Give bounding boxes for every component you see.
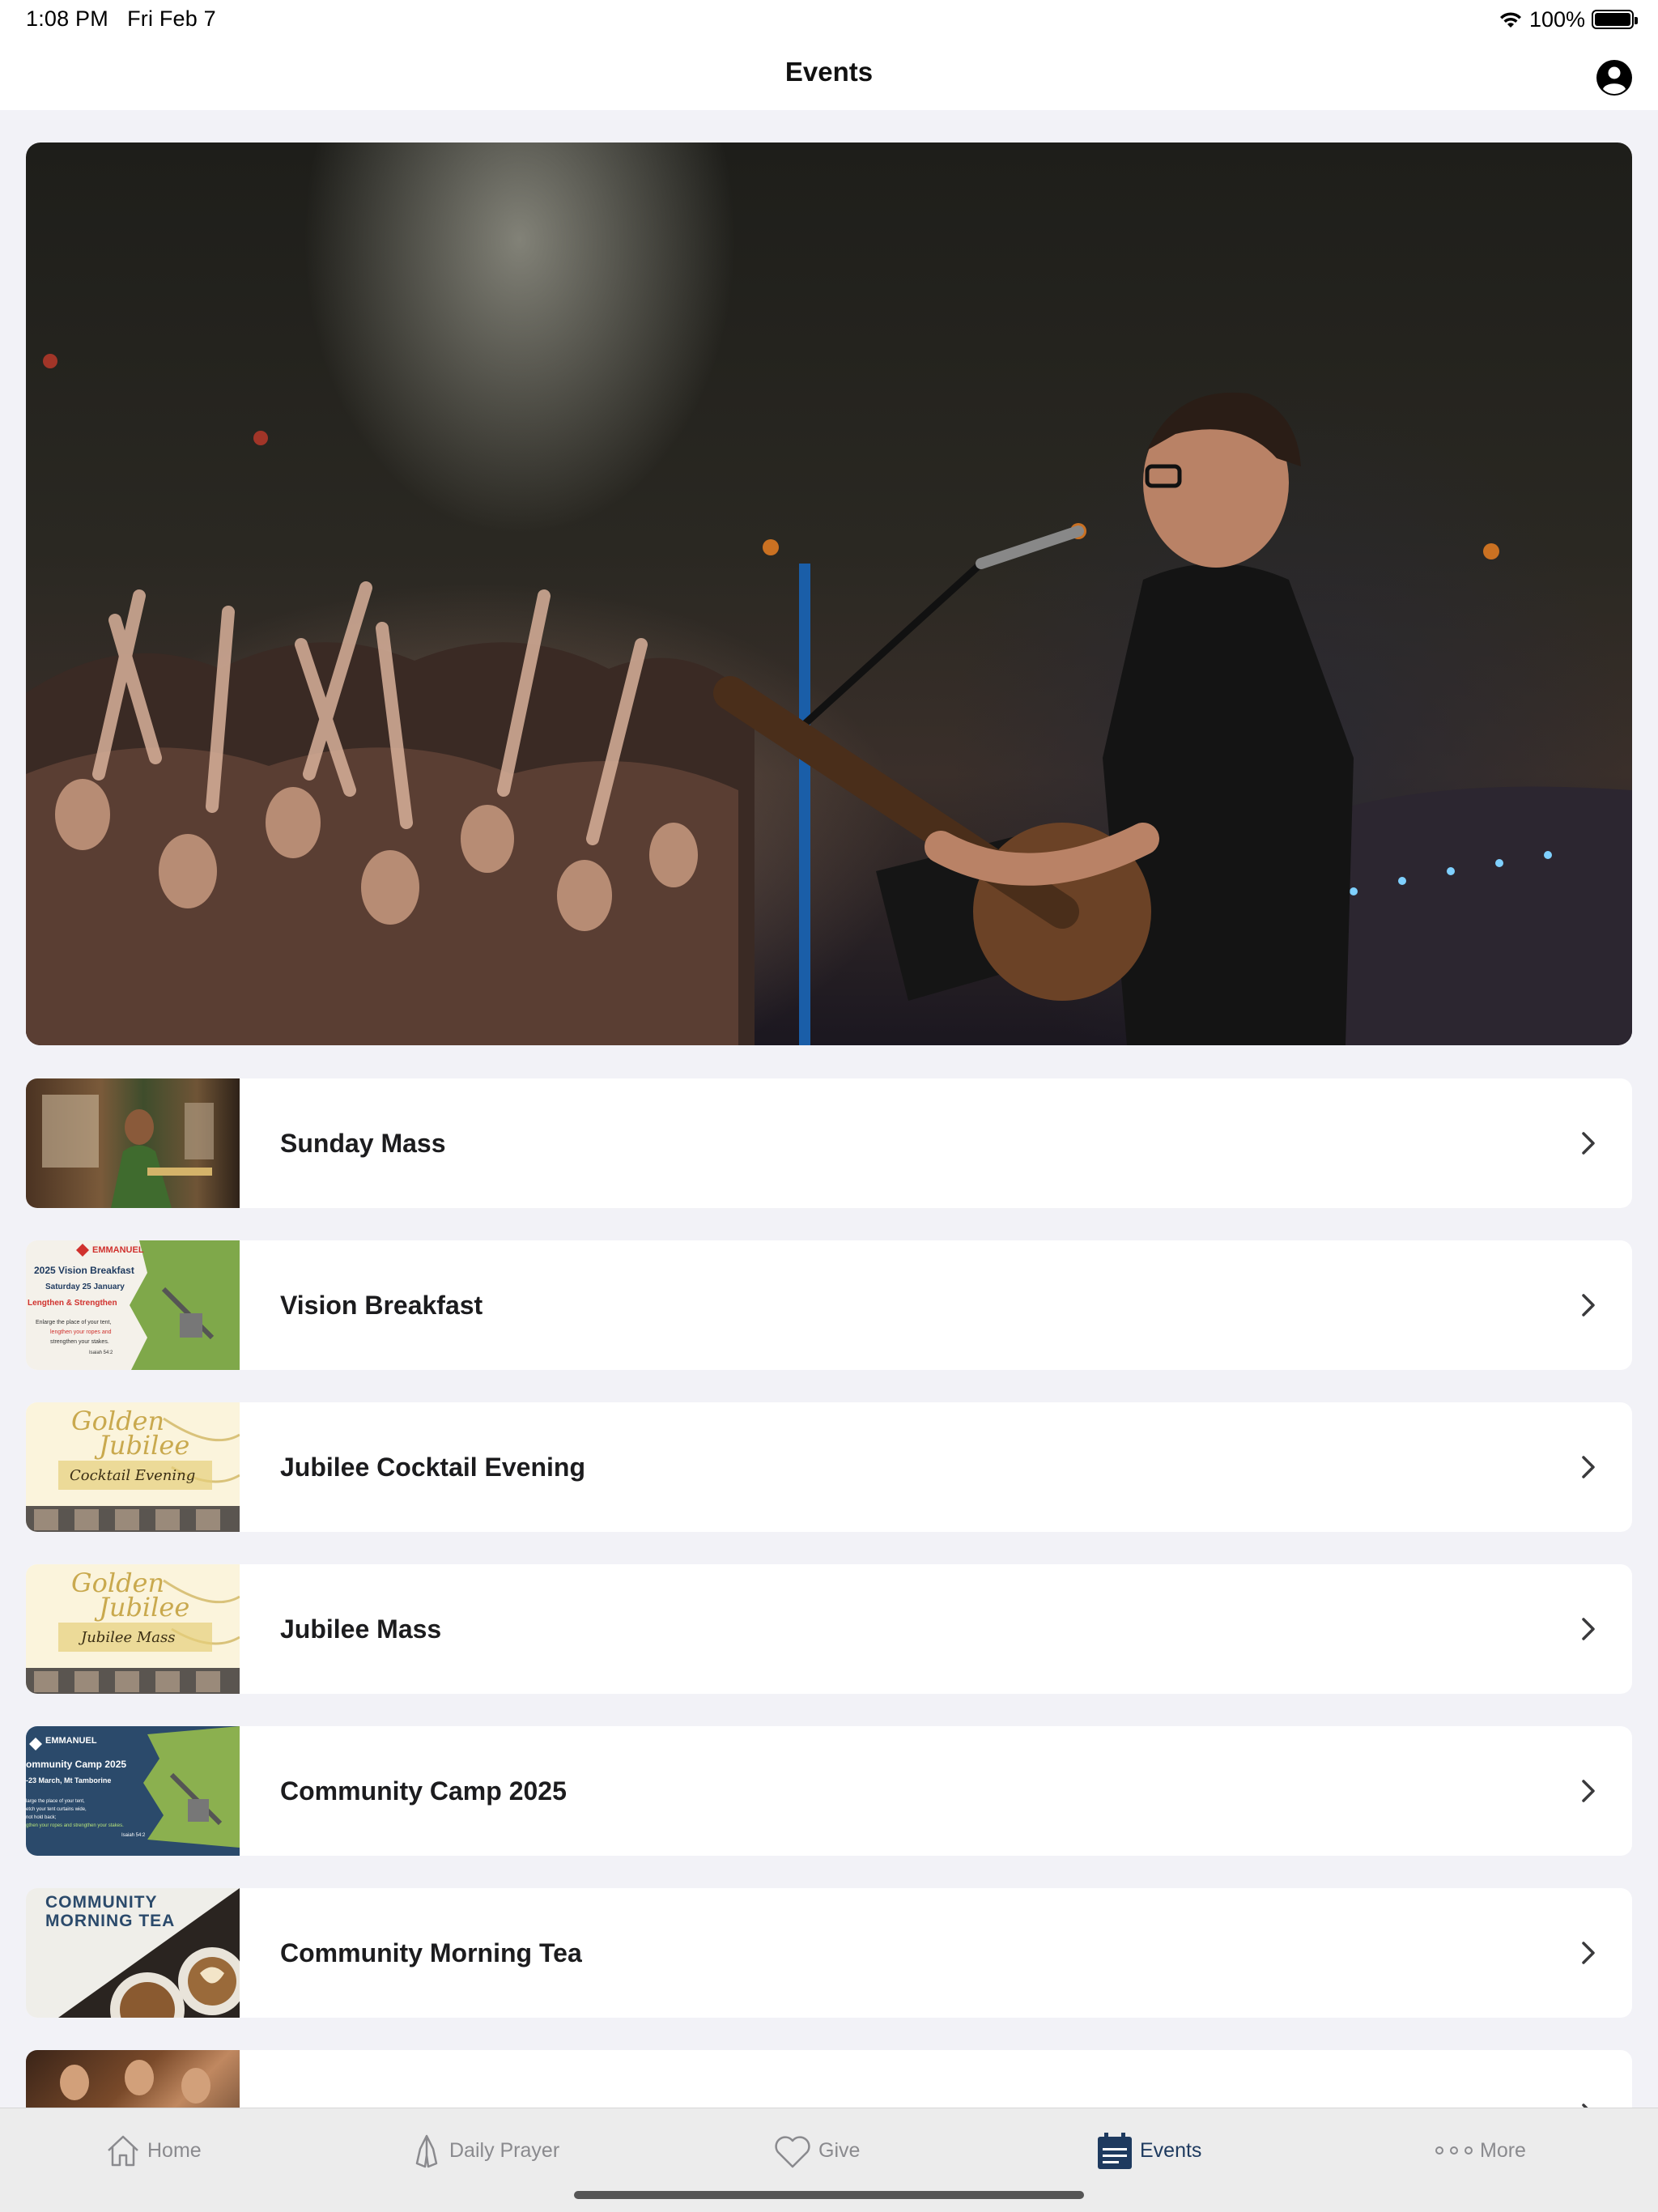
- chevron-right-icon: [1582, 1294, 1595, 1317]
- home-indicator[interactable]: [574, 2191, 1084, 2199]
- chevron-right-icon: [1582, 1132, 1595, 1155]
- mass-photo: [42, 1095, 214, 1208]
- event-title: Community Morning Tea: [280, 1938, 582, 1967]
- event-thumbnail: EMMANUEL ommunity Camp 2025 -23 March, M…: [26, 1726, 240, 1856]
- tab-home[interactable]: Home: [104, 2126, 202, 2175]
- calendar-icon: [1098, 2133, 1132, 2169]
- flyer-title-line1: COMMUNITY: [45, 1893, 158, 1912]
- flyer-title-line2: MORNING TEA: [45, 1912, 176, 1930]
- jubilee-title-line2: Jubilee: [99, 1430, 190, 1461]
- profile-icon[interactable]: [1595, 58, 1634, 97]
- battery-icon: [1592, 10, 1638, 29]
- flyer-body: gthen your ropes and strengthen your sta…: [26, 1823, 124, 1828]
- house-icon: [108, 2135, 138, 2167]
- event-thumbnail: COMMUNITY MORNING TEA: [26, 1888, 240, 2018]
- flyer-date: -23 March, Mt Tamborine: [26, 1776, 112, 1784]
- flyer-body: strengthen your stakes.: [50, 1339, 109, 1345]
- status-clock: 1:08 PM: [26, 6, 108, 31]
- flyer-ref: Isaiah 54:2: [89, 1351, 113, 1355]
- flyer-body: large the place of your tent,: [26, 1799, 85, 1804]
- jubilee-title-line2: Jubilee: [99, 1592, 190, 1623]
- heart-icon: [775, 2136, 810, 2168]
- event-thumbnail: [26, 1078, 240, 1208]
- concert-illustration: [26, 354, 1632, 1045]
- event-row-sunday-mass[interactable]: Sunday Mass: [26, 1078, 1632, 1208]
- top-bar: 1:08 PM Fri Feb 7 100% Events: [0, 0, 1658, 110]
- status-time: 1:08 PM Fri Feb 7: [26, 6, 216, 32]
- flyer-heading: 2025 Vision Breakfast: [34, 1265, 134, 1276]
- tab-daily-prayer[interactable]: Daily Prayer: [409, 2126, 559, 2175]
- tab-give[interactable]: Give: [772, 2126, 860, 2175]
- chevron-right-icon: [1582, 1780, 1595, 1802]
- praying-hands-icon: [415, 2134, 438, 2168]
- tab-events[interactable]: Events: [1095, 2126, 1201, 2175]
- flyer-heading: ommunity Camp 2025: [26, 1759, 127, 1770]
- flyer-brand: EMMANUEL: [92, 1245, 144, 1255]
- flyer-body: lengthen your ropes and: [50, 1329, 112, 1335]
- event-title: Jubilee Cocktail Evening: [280, 1452, 585, 1482]
- tab-label: Give: [818, 2138, 861, 2162]
- battery-percent: 100%: [1528, 6, 1585, 32]
- event-thumbnail: Golden Jubilee Cocktail Evening: [26, 1402, 240, 1532]
- event-row-community-camp-2025[interactable]: EMMANUEL ommunity Camp 2025 -23 March, M…: [26, 1726, 1632, 1856]
- jubilee-subtitle: Jubilee Mass: [81, 1629, 176, 1646]
- wifi-icon: [1499, 12, 1521, 28]
- status-date: Fri Feb 7: [127, 6, 216, 31]
- event-thumbnail: Golden Jubilee Jubilee Mass: [26, 1564, 240, 1694]
- status-indicators: 100%: [1499, 5, 1638, 34]
- event-title: Community Camp 2025: [280, 1776, 567, 1806]
- tab-more[interactable]: More: [1433, 2126, 1526, 2175]
- event-row-vision-breakfast[interactable]: EMMANUEL 2025 Vision Breakfast Saturday …: [26, 1240, 1632, 1370]
- chevron-right-icon: [1582, 1618, 1595, 1640]
- page-title: Events: [784, 57, 874, 87]
- event-row-jubilee-cocktail-evening[interactable]: Golden Jubilee Cocktail Evening Jubilee …: [26, 1402, 1632, 1532]
- flyer-tagline: Lengthen & Strengthen: [28, 1299, 117, 1308]
- flyer-body: not hold back;: [26, 1815, 57, 1820]
- flyer-body: etch your tent curtains wide,: [26, 1807, 87, 1812]
- event-row-community-morning-tea[interactable]: COMMUNITY MORNING TEA Community Morning …: [26, 1888, 1632, 2018]
- jubilee-subtitle: Cocktail Evening: [70, 1467, 196, 1484]
- flyer-date: Saturday 25 January: [45, 1283, 125, 1291]
- event-thumbnail: EMMANUEL 2025 Vision Breakfast Saturday …: [26, 1240, 240, 1370]
- tab-label: Home: [147, 2138, 202, 2162]
- ellipsis-icon: [1435, 2146, 1473, 2155]
- event-title: Vision Breakfast: [280, 1290, 483, 1320]
- featured-event-image[interactable]: [26, 143, 1632, 1045]
- flyer-brand: EMMANUEL: [45, 1736, 97, 1746]
- tab-label: Daily Prayer: [449, 2138, 560, 2162]
- tab-label: More: [1480, 2138, 1526, 2162]
- tab-label: Events: [1140, 2138, 1202, 2162]
- flyer-body: Enlarge the place of your tent,: [36, 1320, 112, 1325]
- event-title: Jubilee Mass: [280, 1614, 442, 1644]
- event-title: Sunday Mass: [280, 1128, 446, 1158]
- chevron-right-icon: [1582, 1942, 1595, 1964]
- event-row-jubilee-mass[interactable]: Golden Jubilee Jubilee Mass Jubilee Mass: [26, 1564, 1632, 1694]
- chevron-right-icon: [1582, 1456, 1595, 1478]
- flyer-ref: Isaiah 54:2: [121, 1833, 146, 1838]
